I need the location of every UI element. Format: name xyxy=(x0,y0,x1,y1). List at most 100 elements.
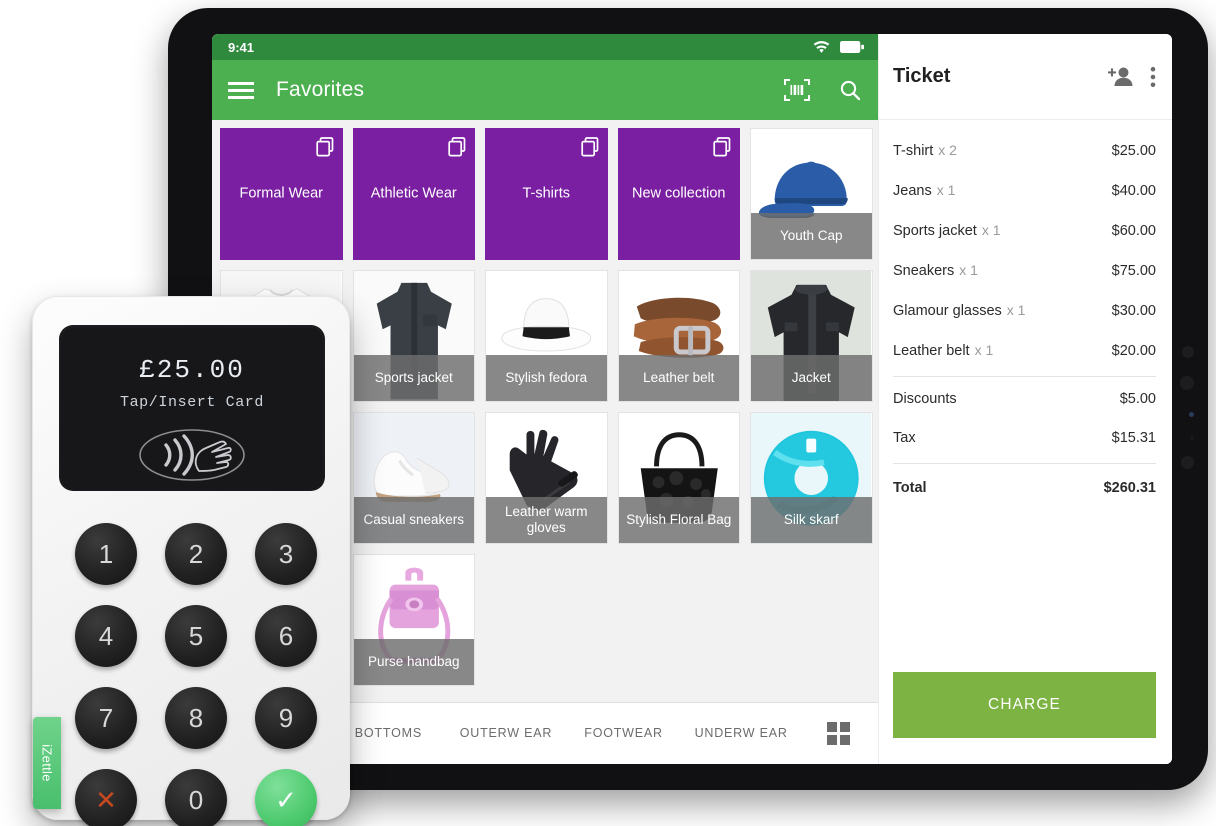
charge-container: CHARGE xyxy=(879,672,1172,764)
keypad-key-1[interactable]: 1 xyxy=(75,523,137,585)
ticket-adjustment-row: Discounts $5.00 xyxy=(893,379,1156,418)
keypad-cancel-button[interactable]: ✕ xyxy=(75,769,137,826)
folder-tile[interactable]: Formal Wear xyxy=(220,128,343,260)
keypad-key-4[interactable]: 4 xyxy=(75,605,137,667)
item-name: Leather belt xyxy=(893,343,970,359)
wifi-icon xyxy=(813,40,830,54)
item-name: Sneakers xyxy=(893,263,955,279)
tab-underwear[interactable]: UNDERW EAR xyxy=(682,726,800,742)
item-amount: $20.00 xyxy=(1111,343,1156,359)
folder-label: New collection xyxy=(632,185,726,202)
product-tile[interactable]: Purse handbag xyxy=(352,554,475,686)
product-tile[interactable]: Stylish fedora xyxy=(485,270,608,402)
ticket-total-row: Total $260.31 xyxy=(893,466,1156,507)
adjustment-amount: $5.00 xyxy=(1119,391,1156,407)
copy-folder-icon xyxy=(713,137,731,162)
keypad-confirm-button[interactable]: ✓ xyxy=(255,769,317,826)
charge-button[interactable]: CHARGE xyxy=(893,672,1156,738)
keypad-key-0[interactable]: 0 xyxy=(165,769,227,826)
battery-icon xyxy=(840,41,864,53)
contactless-payment-icon xyxy=(133,425,251,490)
app-bar: Favorites xyxy=(212,60,878,120)
tablet-camera-dot xyxy=(1189,412,1194,417)
tablet-side-button-1 xyxy=(1182,346,1194,358)
ticket-line-item[interactable]: Glamour glasses x 1 $30.00 xyxy=(893,290,1156,330)
add-person-icon[interactable] xyxy=(1108,66,1134,88)
ticket-pane: Ticket T-shirt x 2 $25.00 Jeans x 1 $40.… xyxy=(878,34,1172,764)
keypad-key-9[interactable]: 9 xyxy=(255,687,317,749)
keypad-key-7[interactable]: 7 xyxy=(75,687,137,749)
product-label: Leather warm gloves xyxy=(486,497,607,543)
product-tile[interactable]: Sports jacket xyxy=(352,270,475,402)
copy-folder-icon xyxy=(315,137,334,162)
total-amount: $260.31 xyxy=(1103,480,1156,496)
reader-amount: £25.00 xyxy=(139,355,245,385)
barcode-scan-icon[interactable] xyxy=(784,78,810,102)
adjustment-amount: $15.31 xyxy=(1111,430,1156,446)
product-label: Casual sneakers xyxy=(353,497,474,543)
keypad-key-8[interactable]: 8 xyxy=(165,687,227,749)
product-tile[interactable]: Youth Cap xyxy=(750,128,873,260)
item-name: Glamour glasses xyxy=(893,303,1002,319)
product-tile[interactable]: Leather belt xyxy=(617,270,740,402)
item-name: Jeans xyxy=(893,183,932,199)
copy-folder-icon xyxy=(448,137,466,162)
tablet-side-button-3 xyxy=(1181,456,1194,469)
product-label: Stylish Floral Bag xyxy=(618,497,739,543)
item-amount: $30.00 xyxy=(1111,303,1156,319)
folder-label: T-shirts xyxy=(522,185,571,202)
grid-view-icon[interactable] xyxy=(800,722,878,745)
tab-outerwear[interactable]: OUTERW EAR xyxy=(447,726,565,742)
ticket-title: Ticket xyxy=(893,65,951,87)
ticket-line-item[interactable]: Jeans x 1 $40.00 xyxy=(893,170,1156,210)
status-bar-time: 9:41 xyxy=(228,39,255,55)
card-reader-device: iZettle £25.00 Tap/Insert Card 1 2 3 4 5… xyxy=(32,296,350,826)
card-reader-keypad: 1 2 3 4 5 6 7 8 9 ✕ 0 ✓ xyxy=(67,519,325,826)
tab-footwear[interactable]: FOOTWEAR xyxy=(565,726,683,742)
product-tile[interactable]: Stylish Floral Bag xyxy=(617,412,740,544)
more-vertical-icon[interactable] xyxy=(1150,66,1156,88)
keypad-key-3[interactable]: 3 xyxy=(255,523,317,585)
folder-tile[interactable]: T-shirts xyxy=(485,128,608,260)
product-tile[interactable]: Leather warm gloves xyxy=(485,412,608,544)
tablet-screen: 9:41 Favorites Formal Wear Athletic Wear… xyxy=(212,34,1172,764)
item-qty: x 1 xyxy=(1006,302,1026,318)
ticket-adjustment-row: Tax $15.31 xyxy=(893,418,1156,457)
ticket-line-item[interactable]: Leather belt x 1 $20.00 xyxy=(893,330,1156,370)
item-qty: x 1 xyxy=(981,222,1001,238)
search-icon[interactable] xyxy=(838,78,862,102)
product-label: Silk skarf xyxy=(751,497,872,543)
item-amount: $40.00 xyxy=(1111,183,1156,199)
adjustment-name: Discounts xyxy=(893,391,957,407)
item-amount: $25.00 xyxy=(1111,143,1156,159)
copy-folder-icon xyxy=(580,137,599,162)
ticket-line-item[interactable]: Sneakers x 1 $75.00 xyxy=(893,250,1156,290)
product-tile[interactable]: Casual sneakers xyxy=(352,412,475,544)
product-label: Leather belt xyxy=(618,355,739,401)
product-label: Jacket xyxy=(751,355,872,401)
product-tile[interactable]: Jacket xyxy=(750,270,873,402)
item-name: T-shirt xyxy=(893,143,934,159)
keypad-key-2[interactable]: 2 xyxy=(165,523,227,585)
izettle-brand-label: iZettle xyxy=(39,744,55,782)
hamburger-menu-icon[interactable] xyxy=(228,80,254,100)
product-tile[interactable]: Silk skarf xyxy=(750,412,873,544)
page-title: Favorites xyxy=(276,78,365,101)
tablet-sensor-dot xyxy=(1190,436,1194,440)
tablet-side-button-2 xyxy=(1180,376,1194,390)
product-label: Sports jacket xyxy=(353,355,474,401)
keypad-key-6[interactable]: 6 xyxy=(255,605,317,667)
folder-tile[interactable]: Athletic Wear xyxy=(352,128,475,260)
divider xyxy=(893,376,1156,377)
card-reader-display: £25.00 Tap/Insert Card xyxy=(59,325,325,491)
ticket-header: Ticket xyxy=(879,34,1172,120)
folder-tile[interactable]: New collection xyxy=(617,128,740,260)
item-qty: x 2 xyxy=(938,142,957,158)
keypad-key-5[interactable]: 5 xyxy=(165,605,227,667)
ticket-line-item[interactable]: T-shirt x 2 $25.00 xyxy=(893,130,1156,170)
adjustment-name: Tax xyxy=(893,430,916,446)
ticket-items: T-shirt x 2 $25.00 Jeans x 1 $40.00 Sports… xyxy=(879,120,1172,672)
ticket-line-item[interactable]: Sports jacket x 1 $60.00 xyxy=(893,210,1156,250)
item-amount: $60.00 xyxy=(1111,223,1156,239)
total-label: Total xyxy=(893,480,927,496)
